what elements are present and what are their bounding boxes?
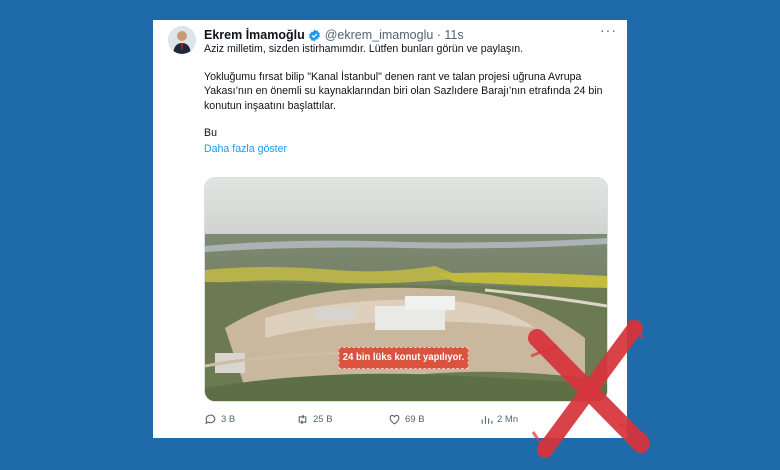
- author-avatar[interactable]: [168, 26, 196, 54]
- retweet-icon: [298, 414, 307, 424]
- red-x-mark-icon: [528, 319, 650, 458]
- like-button[interactable]: 69 B: [388, 411, 480, 427]
- views-icon: [481, 415, 493, 424]
- reply-icon: [205, 414, 216, 424]
- author-handle-time: @ekrem_imamoglu · 11s: [324, 28, 464, 42]
- tweet-text: Aziz milletim, sizden istirhamımdır. Lüt…: [204, 42, 614, 157]
- heart-icon: [389, 414, 400, 424]
- more-options-icon[interactable]: ···: [600, 22, 617, 38]
- retweet-button[interactable]: 25 B: [296, 411, 388, 427]
- author-name[interactable]: Ekrem İmamoğlu: [204, 28, 305, 42]
- tweet-line-1: Aziz milletim, sizden istirhamımdır. Lüt…: [204, 43, 524, 55]
- verified-badge-icon: [308, 29, 320, 41]
- tweet-line-3: Bu: [204, 127, 217, 140]
- tweet-paragraph-2: Yokluğumu fırsat bilip "Kanal İstanbul" …: [204, 70, 603, 112]
- reply-button[interactable]: 3 B: [204, 411, 296, 427]
- reply-count: 3 B: [221, 413, 236, 425]
- retweet-count: 25 B: [313, 413, 333, 425]
- like-count: 69 B: [405, 413, 425, 425]
- views-count: 2 Mn: [497, 413, 519, 425]
- show-more-link[interactable]: Daha fazla göster: [204, 143, 287, 155]
- video-caption: 24 bin lüks konut yapılıyor.: [338, 347, 469, 369]
